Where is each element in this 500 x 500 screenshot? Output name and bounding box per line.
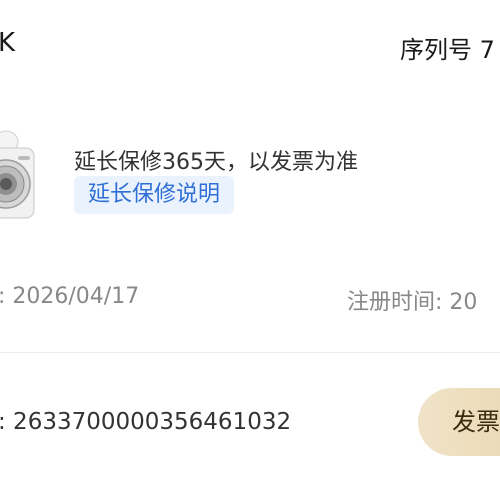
invoice-button[interactable]: 发票 — [418, 388, 500, 456]
warranty-extension-text: 延长保修365天，以发票为准 — [74, 150, 358, 175]
product-model-text: K — [0, 28, 16, 58]
invoice-number-value: : 2633700000356461032 — [0, 409, 292, 435]
warranty-info-link[interactable]: 延长保修说明 — [74, 176, 235, 214]
serial-number-label: 序列号 7 — [400, 36, 495, 64]
warranty-page: K 序列号 7 延长保修365天，以发票为准 延长保修说明 : 2026/04/… — [0, 0, 500, 500]
purchase-date-value: : 2026/04/17 — [0, 284, 140, 309]
camera-product-image — [0, 118, 38, 230]
section-divider — [0, 352, 500, 353]
register-time-label: 注册时间: 20 — [347, 290, 478, 315]
